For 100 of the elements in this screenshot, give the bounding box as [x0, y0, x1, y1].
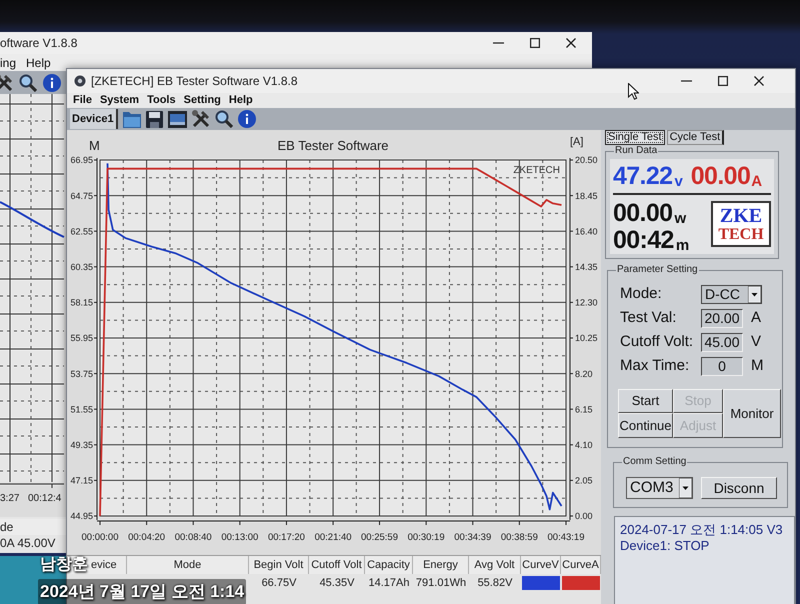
port-dropdown[interactable]: COM3 [626, 477, 693, 499]
column-header: de [0, 519, 66, 535]
axis-label: 00:21:40 [314, 532, 352, 543]
axis-label: 10.25 [575, 333, 598, 344]
axis-label: 4.10 [575, 440, 593, 450]
axis-label: 14.35 [575, 262, 598, 272]
axis-label: 64.75 [70, 190, 93, 201]
mode-dropdown[interactable]: D-CC [701, 284, 762, 304]
axis-label: 58.15 [70, 298, 93, 308]
device-tab[interactable]: Device1 [70, 109, 118, 129]
search-icon[interactable] [214, 110, 233, 128]
axis-label: 18.45 [575, 190, 598, 201]
close-icon[interactable] [754, 76, 764, 86]
power-reading: 00.00 [613, 201, 672, 226]
axis-label: 2.05 [575, 476, 593, 486]
axis-label: 00:13:00 [221, 532, 258, 543]
input-field[interactable]: 0 [701, 356, 743, 376]
column-header: Begin Volt [249, 556, 309, 574]
group-title: Comm Setting [622, 456, 688, 468]
minimize-icon[interactable] [681, 80, 692, 82]
minimize-icon[interactable] [493, 42, 504, 44]
control-button[interactable]: Monitor [723, 389, 781, 438]
axis-label: 00:25:59 [361, 532, 398, 543]
window-title: [ZKETECH] EB Tester Software V1.8.8 [91, 73, 298, 90]
app-icon [74, 75, 86, 87]
axis-label: 49.35 [70, 440, 93, 450]
table-cell-text: 45.35V [318, 576, 356, 591]
tools-icon[interactable] [0, 74, 13, 92]
unit-label: A [751, 174, 762, 189]
current-reading: 00.00 [690, 164, 750, 189]
unit-label: w [674, 211, 686, 226]
folder-icon[interactable] [122, 110, 141, 128]
maximize-icon[interactable] [718, 76, 728, 86]
tab[interactable]: Cycle Test [666, 130, 724, 145]
control-button[interactable]: Start [618, 389, 673, 413]
chart-title: EB Tester Software [277, 138, 389, 153]
caret-icon[interactable] [748, 286, 761, 302]
axis-label: 00:00:00 [82, 532, 118, 543]
control-button[interactable]: Continue [618, 413, 673, 438]
axis-label: 00:38:59 [500, 532, 538, 543]
axis-label: 12.30 [575, 298, 598, 308]
input-field[interactable]: 20.00 [701, 308, 743, 328]
log-line: Device1: STOP [620, 538, 710, 554]
axis-label: 8.20 [575, 368, 593, 379]
screen-icon[interactable] [168, 110, 187, 128]
field-label: Max Time: [620, 356, 690, 376]
log-line: 2024-07-17 오전 1:14:05 V3 [620, 522, 784, 538]
menu-item[interactable]: File [73, 92, 92, 109]
close-icon[interactable] [566, 38, 576, 48]
tools-icon[interactable] [192, 110, 210, 128]
info-icon[interactable] [238, 110, 256, 128]
axis-label: 44.95 [70, 511, 93, 522]
table-cell-text: 55.82V [476, 576, 514, 591]
unit-label: V [751, 332, 762, 352]
save-icon[interactable] [146, 110, 163, 128]
menu-item[interactable]: Setting [184, 92, 221, 109]
unit-label: m [676, 238, 690, 253]
axis-label: 00:12:4 [28, 493, 62, 504]
axis-label: 51.55 [70, 404, 93, 414]
axis-label: 00:34:39 [454, 532, 492, 543]
caret-icon[interactable] [679, 478, 692, 498]
column-header: Cutoff Volt [309, 556, 365, 574]
axis-label: 00:30:19 [408, 532, 445, 543]
column-header: Avg Volt [469, 556, 521, 574]
menu-item[interactable]: Help [228, 92, 253, 109]
menu-item[interactable]: Tools [147, 92, 176, 109]
column-header: Energy [413, 556, 469, 574]
disconnect-button[interactable]: Disconn [701, 477, 777, 499]
menu-item[interactable]: ing [0, 54, 16, 72]
menu-item[interactable]: Help [26, 54, 51, 72]
unit-label: A [751, 308, 762, 328]
table-cell-text: 14.17Ah [368, 576, 410, 591]
search-icon[interactable] [19, 74, 37, 92]
tab[interactable]: Single Test [605, 130, 665, 145]
photo-timestamp: 2024년 7월 17일 오전 1:14 [38, 579, 246, 604]
axis-label: 20.50 [575, 155, 598, 166]
axis-label: 60.35 [70, 262, 93, 272]
axis-label: 66.95 [70, 155, 93, 166]
axis-label: 62.55 [70, 226, 93, 236]
table-cell-text: 0A 45.00V [0, 535, 56, 551]
maximize-icon[interactable] [530, 38, 540, 48]
axis-title: [A] [570, 136, 584, 148]
axis-label: 00:43:19 [548, 532, 584, 543]
axis-label: 00:08:40 [174, 532, 212, 543]
axis-label: 3:27 [0, 493, 20, 504]
info-icon[interactable] [43, 74, 61, 92]
input-field[interactable]: 45.00 [701, 332, 743, 352]
column-header: Mode [127, 556, 249, 574]
unit-label: v [674, 174, 683, 189]
window-title: oftware V1.8.8 [0, 35, 78, 52]
axis-label: 6.15 [575, 404, 593, 414]
axis-label: 0.00 [575, 511, 593, 522]
axis-title: M [89, 138, 100, 153]
group-title: Parameter Setting [616, 264, 699, 276]
field-label: Cutoff Volt: [620, 332, 694, 352]
menu-item[interactable]: System [100, 92, 140, 109]
axis-label: 55.95 [70, 333, 93, 344]
axis-label: 00:04:20 [128, 532, 166, 543]
logo-text: ZKE [720, 206, 762, 226]
voltage-reading: 47.22 [613, 164, 672, 189]
